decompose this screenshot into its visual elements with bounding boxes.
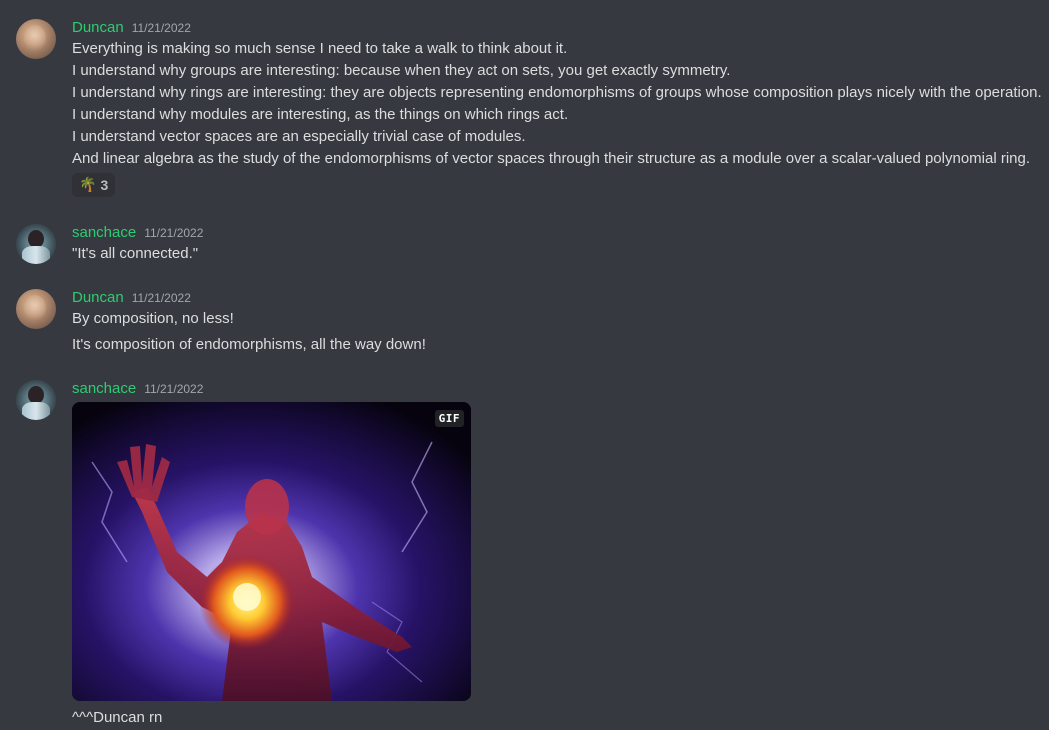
gif-embed[interactable]: GIF (72, 402, 471, 701)
message-text: "It's all connected." (72, 245, 199, 262)
message-header: sanchace 11/21/2022 (72, 224, 203, 244)
avatar-duncan[interactable] (16, 19, 56, 59)
message-text: Everything is making so much sense I nee… (72, 40, 568, 57)
message-text: I understand vector spaces are an especi… (72, 128, 526, 145)
timestamp: 11/21/2022 (131, 21, 191, 35)
gif-badge: GIF (434, 410, 464, 427)
username[interactable]: sanchace (72, 380, 136, 397)
timestamp: 11/21/2022 (131, 291, 191, 305)
avatar-duncan[interactable] (16, 289, 56, 329)
reaction-count: 3 (100, 177, 109, 193)
message-text: By composition, no less! (72, 310, 234, 327)
palm-tree-icon: 🌴 (79, 177, 97, 193)
gif-image (72, 402, 471, 701)
message-header: sanchace 11/21/2022 (72, 380, 203, 400)
message-header: Duncan 11/21/2022 (72, 289, 191, 309)
timestamp: 11/21/2022 (144, 226, 204, 240)
message-text: And linear algebra as the study of the e… (72, 150, 1031, 167)
message-text: I understand why modules are interesting… (72, 106, 569, 123)
message-header: Duncan 11/21/2022 (72, 19, 191, 39)
avatar-sanchace[interactable] (16, 224, 56, 264)
timestamp: 11/21/2022 (144, 382, 204, 396)
message-text: I understand why groups are interesting:… (72, 62, 731, 79)
avatar-sanchace[interactable] (16, 380, 56, 420)
message-text: It's composition of endomorphisms, all t… (72, 336, 426, 353)
username[interactable]: Duncan (72, 19, 124, 36)
message-text: I understand why rings are interesting: … (72, 84, 1042, 101)
username[interactable]: Duncan (72, 289, 124, 306)
message-text: ^^^Duncan rn (72, 709, 163, 726)
username[interactable]: sanchace (72, 224, 136, 241)
reaction-button[interactable]: 🌴 3 (72, 173, 116, 197)
